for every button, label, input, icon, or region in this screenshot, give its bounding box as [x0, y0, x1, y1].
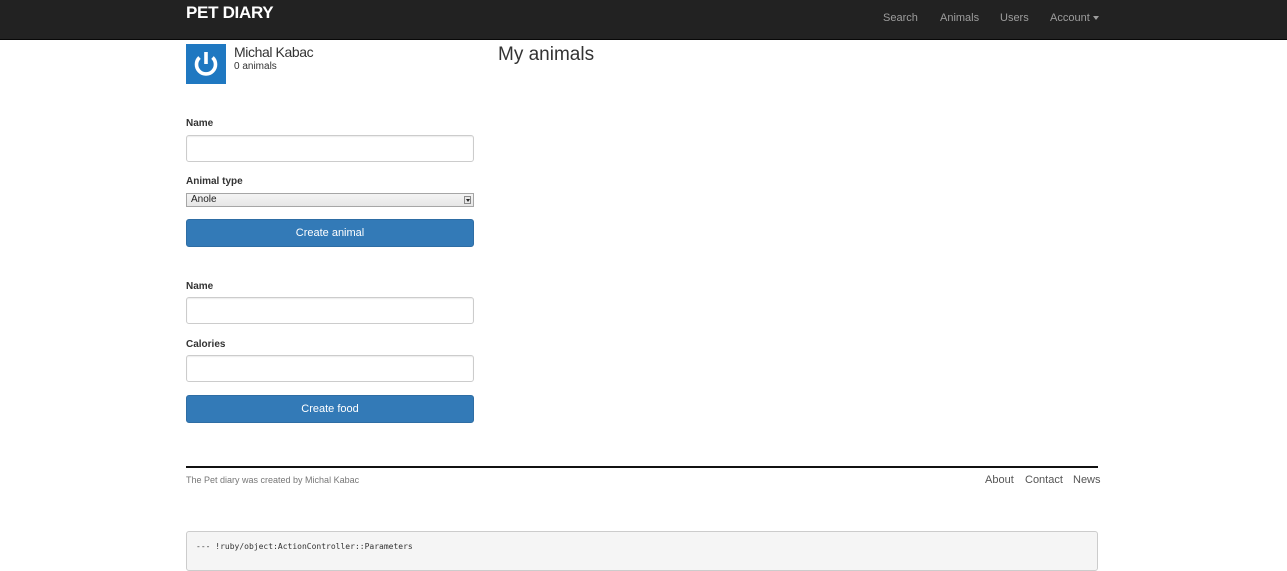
create-food-button[interactable]: Create food — [186, 395, 474, 423]
nav-account-dropdown[interactable]: Account — [1050, 12, 1099, 25]
calories-input[interactable] — [186, 355, 474, 382]
calories-label: Calories — [186, 339, 226, 350]
brand-link[interactable]: PET DIARY — [186, 3, 274, 23]
footer-credit: The Pet diary was created by Michal Kaba… — [186, 475, 360, 485]
profile-animal-count: 0 animals — [234, 61, 277, 72]
food-name-label: Name — [186, 281, 214, 292]
food-name-input[interactable] — [186, 297, 474, 324]
footer-about-link[interactable]: About — [985, 474, 1014, 487]
avatar[interactable] — [186, 44, 226, 84]
create-animal-button[interactable]: Create animal — [186, 219, 474, 247]
top-navbar: PET DIARY Search Animals Users Account — [0, 0, 1287, 40]
debug-params-text: --- !ruby/object:ActionController::Param… — [196, 542, 413, 551]
dropdown-arrow-icon — [464, 196, 471, 204]
animal-name-input[interactable] — [186, 135, 474, 162]
debug-params-panel: --- !ruby/object:ActionController::Param… — [186, 531, 1098, 571]
profile-name[interactable]: Michal Kabac — [234, 44, 314, 60]
nav-account-label: Account — [1050, 12, 1090, 24]
animal-type-label: Animal type — [186, 176, 243, 187]
nav-search-link[interactable]: Search — [883, 12, 918, 25]
power-icon — [194, 52, 218, 76]
animal-name-label: Name — [186, 118, 214, 129]
animal-type-select[interactable]: Anole — [186, 193, 474, 207]
caret-down-icon — [1092, 16, 1099, 21]
footer-contact-link[interactable]: Contact — [1025, 474, 1063, 487]
nav-users-link[interactable]: Users — [1000, 12, 1029, 25]
footer-divider — [186, 466, 1098, 468]
page-title: My animals — [498, 44, 595, 65]
animal-type-selected: Anole — [191, 194, 217, 205]
nav-animals-link[interactable]: Animals — [940, 12, 979, 25]
footer-news-link[interactable]: News — [1073, 474, 1101, 487]
